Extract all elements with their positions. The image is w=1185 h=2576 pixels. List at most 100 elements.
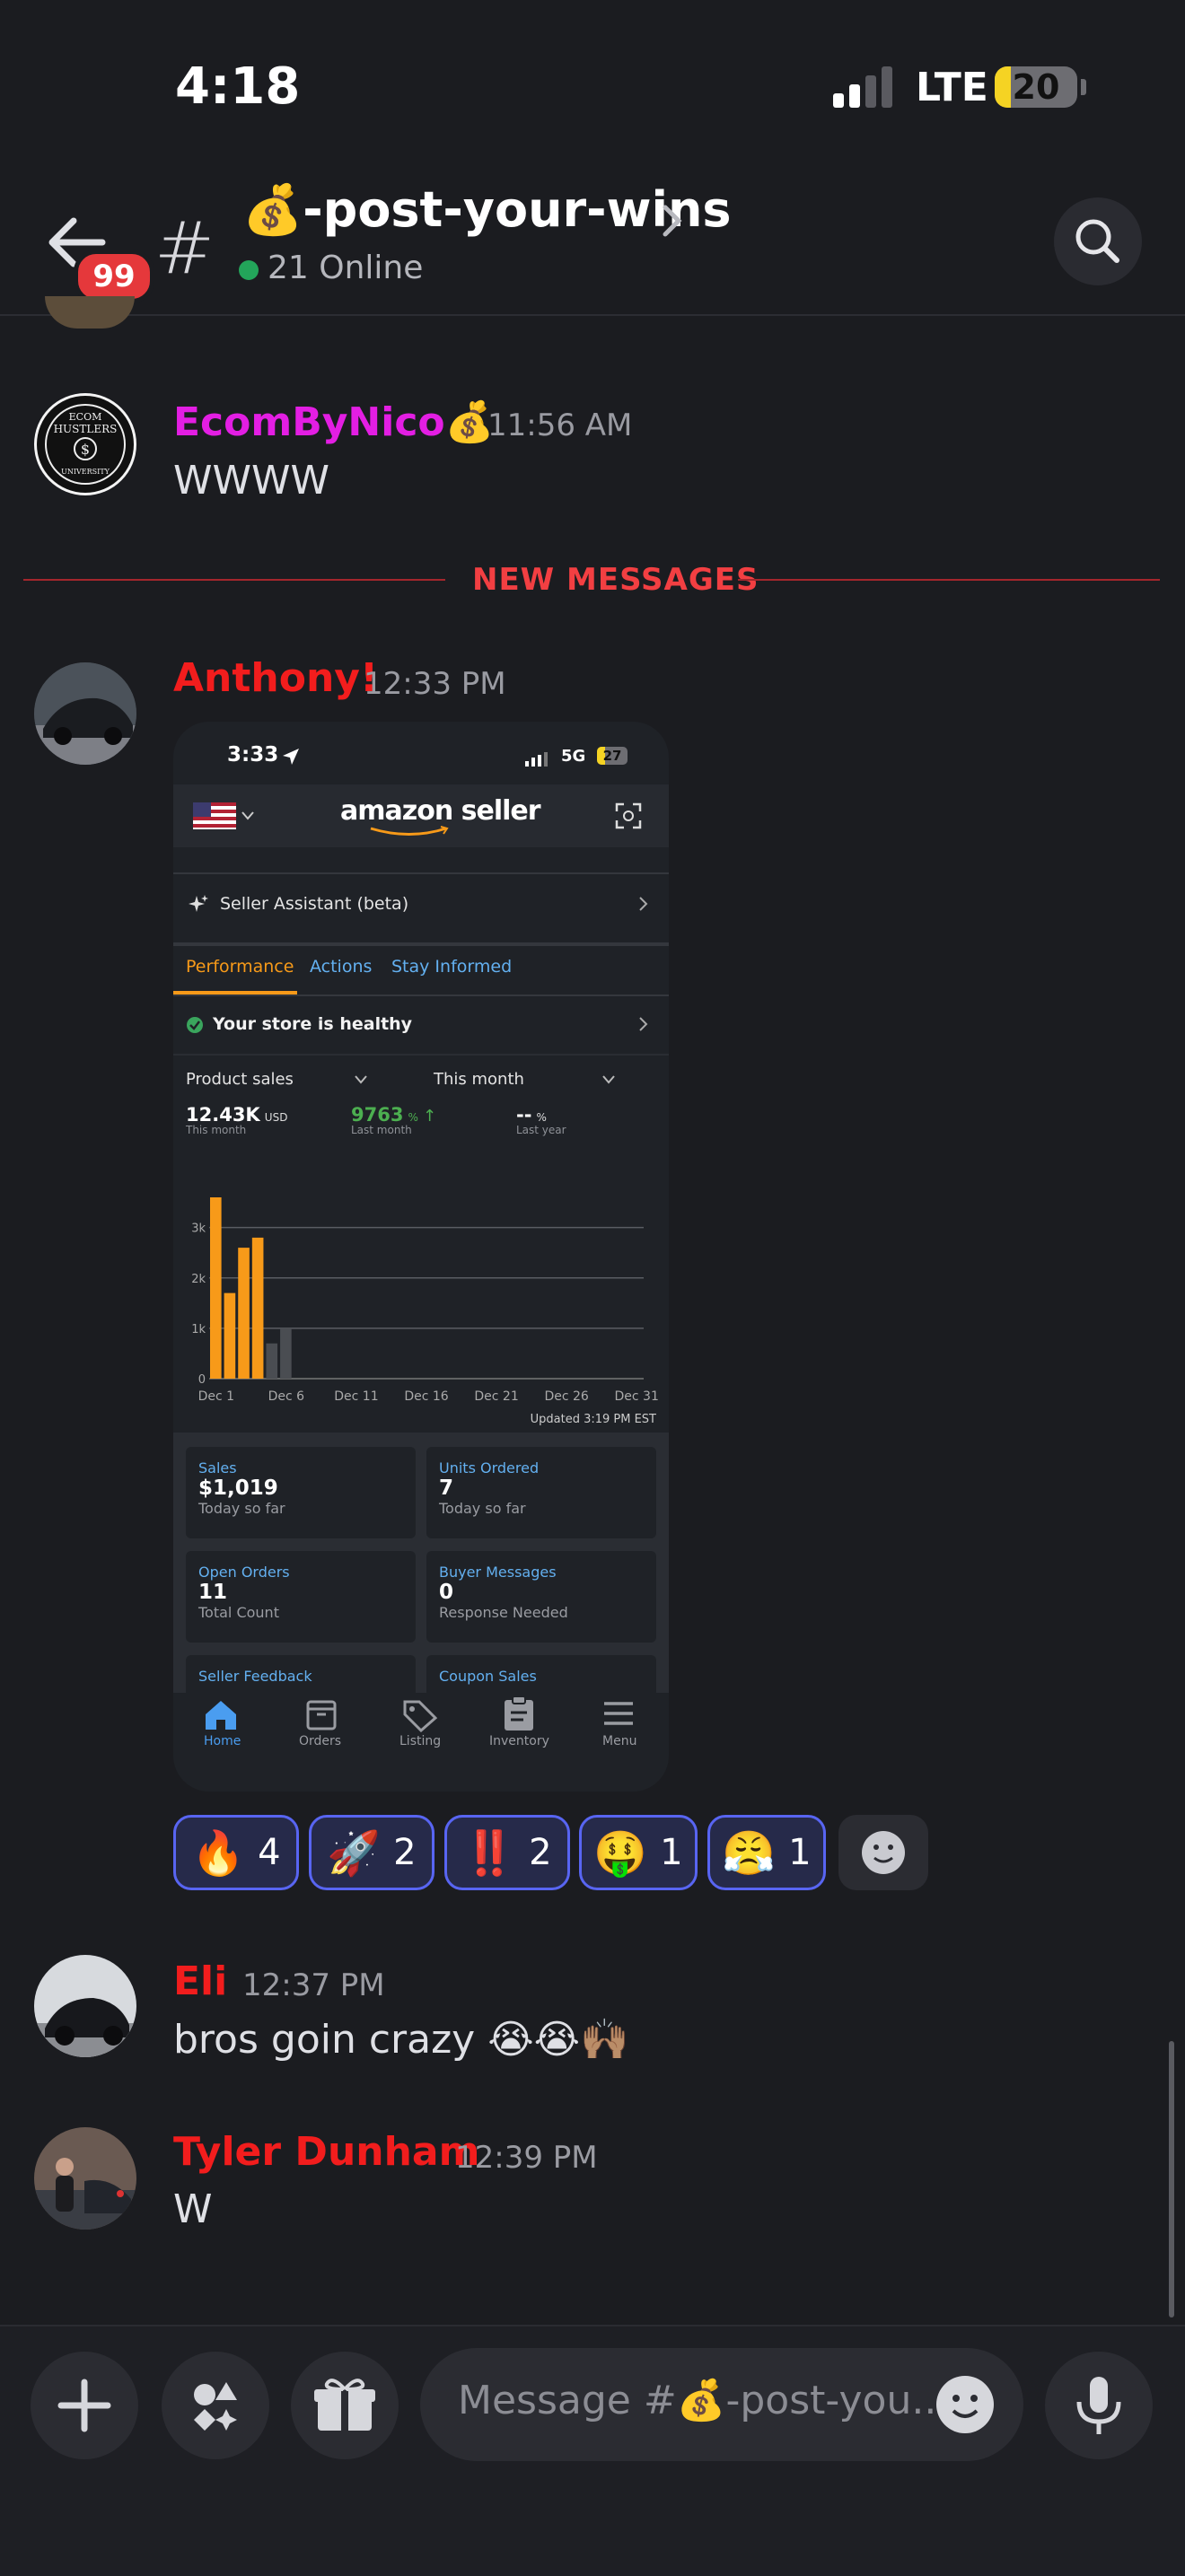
reaction-count: 2 bbox=[529, 1832, 552, 1873]
x-tick-label: Dec 1 bbox=[198, 1389, 234, 1404]
message-text[interactable]: WWWW bbox=[173, 458, 329, 504]
battery-icon: 20 bbox=[995, 66, 1077, 108]
search-button[interactable] bbox=[1054, 197, 1142, 285]
divider-line bbox=[23, 579, 445, 581]
battery-tip bbox=[1081, 79, 1086, 95]
card-title: Buyer Messages bbox=[439, 1564, 557, 1581]
chevron-down-icon[interactable] bbox=[602, 1075, 615, 1084]
reaction-chip[interactable]: 🚀 2 bbox=[309, 1815, 434, 1890]
online-count: 21 Online bbox=[268, 250, 424, 286]
add-attachment-button[interactable] bbox=[31, 2352, 138, 2459]
sparkle-icon bbox=[189, 895, 208, 912]
username[interactable]: EcomByNico💰 bbox=[173, 399, 494, 445]
home-icon[interactable] bbox=[202, 1698, 240, 1732]
chevron-right-icon[interactable] bbox=[661, 203, 684, 239]
message-placeholder: Message #💰-post-you... bbox=[458, 2378, 950, 2423]
gift-button[interactable] bbox=[291, 2352, 399, 2459]
reaction-chip[interactable]: 😤 1 bbox=[707, 1815, 826, 1890]
tab-stay-informed[interactable]: Stay Informed bbox=[391, 957, 512, 977]
voice-message-button[interactable] bbox=[1045, 2352, 1153, 2459]
location-arrow-icon bbox=[283, 749, 299, 765]
y-tick-label: 2k bbox=[191, 1273, 206, 1286]
username[interactable]: Eli bbox=[173, 1958, 227, 2004]
metric-select[interactable]: Product sales bbox=[186, 1070, 294, 1089]
message-timestamp: 12:33 PM bbox=[364, 666, 506, 702]
metric-card[interactable]: Sales $1,019 Today so far bbox=[186, 1447, 416, 1538]
apps-button[interactable] bbox=[162, 2352, 269, 2459]
chevron-down-icon[interactable] bbox=[241, 811, 254, 820]
tab-performance[interactable]: Performance bbox=[186, 957, 294, 977]
tag-icon[interactable] bbox=[401, 1698, 439, 1732]
username[interactable]: Anthony! bbox=[173, 655, 378, 701]
apps-icon bbox=[194, 2382, 237, 2431]
x-tick-label: Dec 11 bbox=[334, 1389, 378, 1404]
avatar-partial[interactable] bbox=[45, 296, 135, 329]
new-messages-label: NEW MESSAGES bbox=[472, 562, 759, 598]
bar bbox=[280, 1327, 292, 1379]
username[interactable]: Tyler Dunham bbox=[173, 2129, 479, 2175]
battery-icon: 27 bbox=[597, 747, 628, 765]
menu-icon[interactable] bbox=[602, 1700, 635, 1727]
updated-timestamp: Updated 3:19 PM EST bbox=[530, 1413, 656, 1426]
reaction-count: 1 bbox=[660, 1832, 683, 1873]
card-subtitle: Total Count bbox=[198, 1604, 279, 1621]
clipboard-icon[interactable] bbox=[502, 1695, 536, 1732]
metric-card[interactable]: Units Ordered 7 Today so far bbox=[426, 1447, 656, 1538]
reaction-count: 4 bbox=[258, 1832, 281, 1873]
card-value: 0 bbox=[439, 1581, 454, 1604]
x-tick-label: Dec 26 bbox=[544, 1389, 588, 1404]
card-subtitle: Today so far bbox=[439, 1500, 526, 1517]
scan-icon[interactable] bbox=[615, 802, 642, 829]
y-tick-label: 1k bbox=[191, 1323, 206, 1336]
avatar[interactable] bbox=[34, 662, 136, 765]
avatar[interactable] bbox=[34, 1955, 136, 2057]
reaction-emoji: ‼️ bbox=[462, 1827, 517, 1879]
svg-text:HUSTLERS: HUSTLERS bbox=[54, 423, 118, 435]
person-photo-avatar bbox=[34, 2127, 136, 2230]
orders-box-icon[interactable] bbox=[304, 1698, 338, 1732]
nav-inventory[interactable]: Inventory bbox=[489, 1734, 549, 1748]
store-health-status[interactable]: Your store is healthy bbox=[213, 1014, 412, 1034]
chevron-right-icon bbox=[639, 1017, 648, 1031]
avatar[interactable]: ECOM HUSTLERS $ UNIVERSITY bbox=[34, 393, 136, 495]
reaction-emoji: 🚀 bbox=[327, 1827, 382, 1879]
reaction-chip[interactable]: 🔥 4 bbox=[173, 1815, 299, 1890]
channel-title[interactable]: 💰-post-your-wins bbox=[242, 181, 732, 239]
stat-last-month: 9763 % ↑ Last month bbox=[351, 1104, 437, 1136]
microphone-icon bbox=[1076, 2377, 1121, 2434]
reaction-chip[interactable]: 🤑 1 bbox=[579, 1815, 698, 1890]
bar bbox=[266, 1343, 278, 1379]
reaction-chip[interactable]: ‼️ 2 bbox=[444, 1815, 570, 1890]
card-title: Open Orders bbox=[198, 1564, 290, 1581]
chevron-right-icon bbox=[639, 897, 648, 911]
emoji-picker-icon[interactable] bbox=[934, 2373, 996, 2436]
channel-hash-icon: # bbox=[154, 206, 215, 290]
bar bbox=[251, 1237, 264, 1379]
nav-menu[interactable]: Menu bbox=[602, 1734, 636, 1748]
divider-line bbox=[738, 579, 1160, 581]
stat-last-year: -- % Last year bbox=[516, 1104, 566, 1136]
tab-actions[interactable]: Actions bbox=[310, 957, 372, 977]
chevron-down-icon[interactable] bbox=[355, 1075, 367, 1084]
bar bbox=[238, 1248, 250, 1379]
svg-text:UNIVERSITY: UNIVERSITY bbox=[61, 468, 110, 476]
message-text[interactable]: bros goin crazy 😭😭🙌🏽 bbox=[173, 2016, 629, 2063]
nav-orders[interactable]: Orders bbox=[299, 1734, 341, 1748]
nav-home[interactable]: Home bbox=[204, 1734, 241, 1748]
period-select[interactable]: This month bbox=[434, 1070, 524, 1089]
status-time: 4:18 bbox=[175, 57, 301, 116]
arrow-up-icon: ↑ bbox=[423, 1107, 437, 1126]
car-photo-avatar bbox=[34, 1955, 136, 2057]
scrollbar[interactable] bbox=[1169, 2041, 1174, 2318]
metric-card[interactable]: Buyer Messages 0 Response Needed bbox=[426, 1551, 656, 1643]
us-flag-icon[interactable] bbox=[193, 802, 236, 829]
signal-icon bbox=[833, 66, 892, 108]
avatar[interactable] bbox=[34, 2127, 136, 2230]
metric-card[interactable]: Open Orders 11 Total Count bbox=[186, 1551, 416, 1643]
image-attachment[interactable]: 3:33 5G 27 amazon seller Seller Assistan… bbox=[173, 722, 669, 1792]
nav-listing[interactable]: Listing bbox=[399, 1734, 441, 1748]
add-reaction-button[interactable] bbox=[838, 1815, 928, 1890]
card-value: 11 bbox=[198, 1581, 228, 1604]
message-text[interactable]: W bbox=[173, 2186, 213, 2232]
check-circle-icon bbox=[187, 1017, 203, 1033]
